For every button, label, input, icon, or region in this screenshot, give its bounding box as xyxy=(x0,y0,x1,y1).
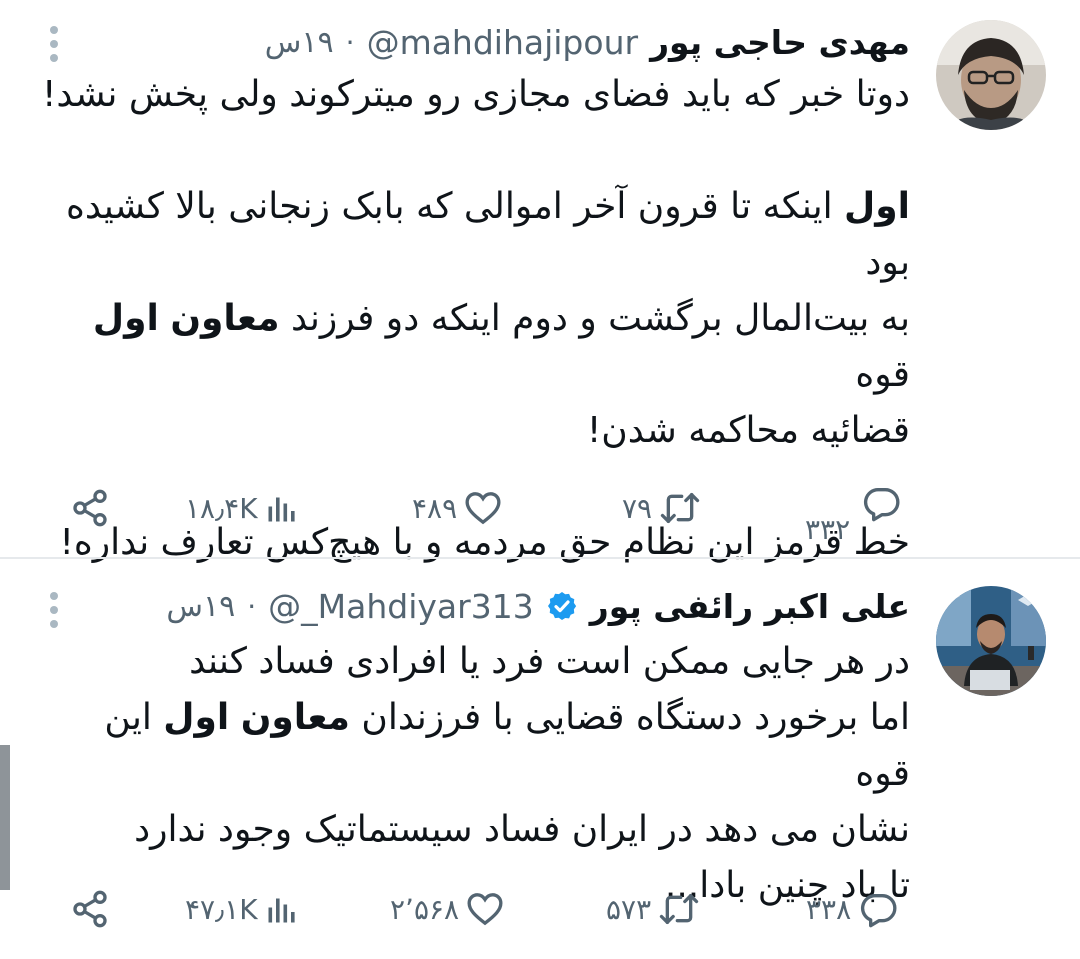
retweet-count: ۵۷۳ xyxy=(606,892,652,926)
author-handle[interactable]: @_Mahdiyar313 xyxy=(268,587,534,626)
tweet-line: دوتا خبر که باید فضای مجازی رو میترکوند … xyxy=(41,74,910,115)
like-button[interactable]: ۴۸۹ xyxy=(412,483,503,533)
like-icon xyxy=(467,893,503,926)
like-count: ۴۸۹ xyxy=(412,491,458,525)
avatar[interactable] xyxy=(936,586,1046,696)
retweet-icon xyxy=(659,894,699,924)
share-button[interactable] xyxy=(70,483,110,533)
reply-button[interactable]: ۳۳۲ xyxy=(800,483,910,546)
avatar[interactable] xyxy=(936,20,1046,130)
tweet-header: مهدی حاجی پور @mahdihajipour · ۱۹س xyxy=(265,20,910,64)
author-name[interactable]: مهدی حاجی پور xyxy=(650,23,910,62)
views-button[interactable]: ۱۸٫۴K xyxy=(185,483,300,533)
reply-count: ۳۳۲ xyxy=(805,513,851,546)
views-count: ۴۷٫۱K xyxy=(185,892,258,926)
separator-dot: · xyxy=(345,25,355,59)
tweet-header: علی اکبر رائفی پور @_Mahdiyar313 · ۱۹س xyxy=(166,584,910,628)
views-icon xyxy=(268,898,295,923)
reply-icon xyxy=(863,487,900,522)
reply-icon xyxy=(861,893,897,928)
like-button[interactable]: ۲٬۵۶۸ xyxy=(390,884,505,934)
tweet-line: اول اینکه تا قرون آخر اموالی که بابک زنج… xyxy=(65,186,910,283)
views-count: ۱۸٫۴K xyxy=(185,491,258,525)
author-handle[interactable]: @mahdihajipour xyxy=(367,23,639,62)
tweet-time[interactable]: ۱۹س xyxy=(166,589,235,624)
tweet-text: در هر جایی ممکن است فرد یا افرادی فساد ک… xyxy=(40,634,910,914)
retweet-button[interactable]: ۷۹ xyxy=(622,483,702,533)
retweet-button[interactable]: ۵۷۳ xyxy=(606,884,701,934)
reply-count: ۳۳۸ xyxy=(806,892,852,926)
like-count: ۲٬۵۶۸ xyxy=(390,892,460,926)
views-button[interactable]: ۴۷٫۱K xyxy=(185,884,300,934)
views-icon xyxy=(268,497,295,522)
share-icon xyxy=(73,489,107,527)
tweet-line: نشان می دهد در ایران فساد سیستماتیک وجود… xyxy=(134,809,910,850)
tweet-line: در هر جایی ممکن است فرد یا افرادی فساد ک… xyxy=(189,641,910,682)
tweet-line: اما برخورد دستگاه قضایی با فرزندان معاون… xyxy=(104,697,910,794)
reply-button[interactable]: ۳۳۸ xyxy=(806,884,901,934)
more-options-icon[interactable] xyxy=(48,26,60,62)
share-icon xyxy=(73,890,107,928)
tweet-actions: ۱۸٫۴K ۴۸۹ ۷۹ ۳۳۲ xyxy=(0,483,1080,546)
tweet-line: قضائیه محاکمه شدن! xyxy=(586,410,910,451)
tweet-line: به بیت‌المال برگشت و دوم اینکه دو فرزند … xyxy=(92,298,910,395)
author-name[interactable]: علی اکبر رائفی پور xyxy=(590,587,910,626)
tweet-divider xyxy=(0,557,1080,559)
tweet-actions: ۴۷٫۱K ۲٬۵۶۸ ۵۷۳ ۳۳۸ xyxy=(0,884,1080,934)
more-options-icon[interactable] xyxy=(48,592,60,628)
scroll-indicator xyxy=(0,745,10,890)
retweet-count: ۷۹ xyxy=(622,491,653,525)
like-icon xyxy=(465,492,501,525)
tweet-time[interactable]: ۱۹س xyxy=(265,25,334,60)
verified-badge-icon xyxy=(547,592,576,620)
share-button[interactable] xyxy=(70,884,110,934)
retweet-icon xyxy=(660,493,700,523)
separator-dot: · xyxy=(247,589,257,623)
